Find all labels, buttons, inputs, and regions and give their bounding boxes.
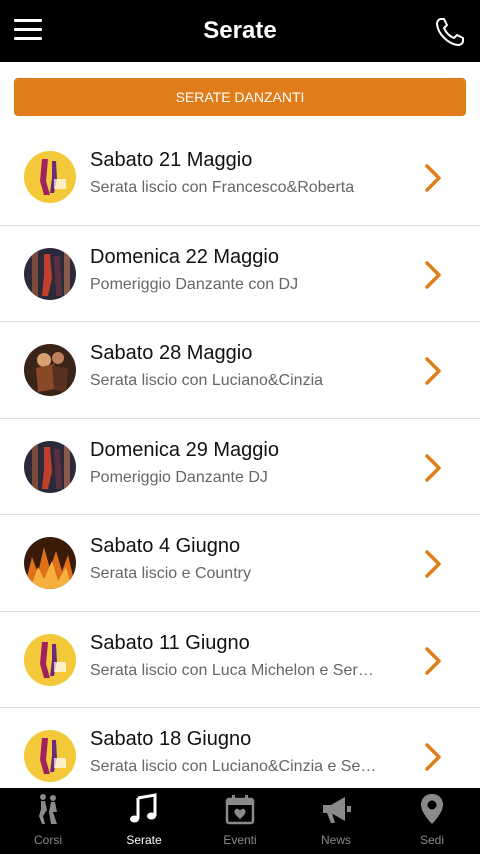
event-thumbnail — [24, 633, 76, 686]
event-description: Serata liscio con Luca Michelon e Ser… — [90, 661, 374, 679]
list-item[interactable]: Sabato 18 Giugno Serata liscio con Lucia… — [0, 708, 480, 788]
list-item[interactable]: Domenica 29 Maggio Pomeriggio Danzante D… — [0, 418, 480, 515]
chevron-right-icon — [425, 646, 441, 675]
banner-area: SERATE DANZANTI — [0, 62, 480, 128]
event-description: Pomeriggio Danzante con DJ — [90, 275, 299, 293]
event-description: Serata liscio con Luciano&Cinzia — [90, 372, 324, 389]
top-bar: Serate — [0, 0, 480, 62]
event-thumbnail — [24, 247, 76, 300]
event-date: Domenica 29 Maggio — [90, 438, 279, 461]
calendar-icon — [225, 795, 255, 825]
chevron-right-icon — [425, 453, 441, 482]
page-title: Serate — [203, 17, 277, 44]
chevron-right-icon — [425, 550, 441, 578]
tab-serate[interactable]: Serate — [96, 788, 192, 854]
chevron-right-icon — [425, 164, 441, 192]
event-description: Pomeriggio Danzante DJ — [90, 468, 268, 486]
event-thumbnail — [24, 440, 76, 493]
megaphone-icon — [323, 797, 351, 823]
tab-label: News — [320, 833, 351, 847]
location-pin-icon — [421, 794, 443, 824]
list-item[interactable]: Sabato 21 Maggio Serata liscio con Franc… — [0, 129, 480, 226]
phone-icon[interactable] — [434, 16, 466, 48]
list-item[interactable]: Sabato 4 Giugno Serata liscio e Country — [0, 515, 480, 612]
bottom-tab-bar: Corsi Serate Eventi News Sedi — [0, 788, 480, 854]
event-thumbnail — [24, 537, 76, 589]
chevron-right-icon — [425, 743, 441, 771]
tab-label: Eventi — [223, 833, 257, 847]
event-thumbnail — [24, 151, 76, 203]
chevron-right-icon — [425, 260, 441, 289]
event-description: Serata liscio e Country — [90, 565, 251, 582]
list-item[interactable]: Sabato 11 Giugno Serata liscio con Luca … — [0, 611, 480, 708]
event-date: Sabato 21 Maggio — [90, 149, 253, 171]
tab-corsi[interactable]: Corsi — [0, 788, 96, 854]
tab-eventi[interactable]: Eventi — [192, 788, 288, 854]
tab-news[interactable]: News — [288, 788, 384, 854]
event-date: Sabato 18 Giugno — [90, 728, 252, 750]
list-item[interactable]: Sabato 28 Maggio Serata liscio con Lucia… — [0, 322, 480, 419]
tab-label: Sedi — [419, 833, 445, 847]
music-note-icon — [130, 793, 157, 823]
event-date: Domenica 22 Maggio — [90, 245, 279, 268]
serate-danzanti-button[interactable]: SERATE DANZANTI — [14, 78, 466, 116]
event-description: Serata liscio con Francesco&Roberta — [90, 179, 355, 196]
hamburger-menu-icon[interactable] — [14, 19, 42, 43]
list-item[interactable]: Domenica 22 Maggio Pomeriggio Danzante c… — [0, 225, 480, 322]
event-thumbnail — [24, 730, 76, 782]
event-thumbnail — [24, 344, 76, 396]
dancers-icon — [39, 794, 57, 824]
tab-sedi[interactable]: Sedi — [384, 788, 480, 854]
tab-label: Serate — [126, 833, 162, 847]
events-list: Sabato 21 Maggio Serata liscio con Franc… — [0, 129, 480, 788]
event-date: Sabato 28 Maggio — [90, 342, 253, 364]
tab-label: Corsi — [33, 833, 62, 847]
event-date: Sabato 11 Giugno — [90, 631, 250, 654]
event-description: Serata liscio con Luciano&Cinzia e Se… — [90, 758, 377, 775]
event-date: Sabato 4 Giugno — [90, 535, 241, 557]
chevron-right-icon — [425, 357, 441, 385]
